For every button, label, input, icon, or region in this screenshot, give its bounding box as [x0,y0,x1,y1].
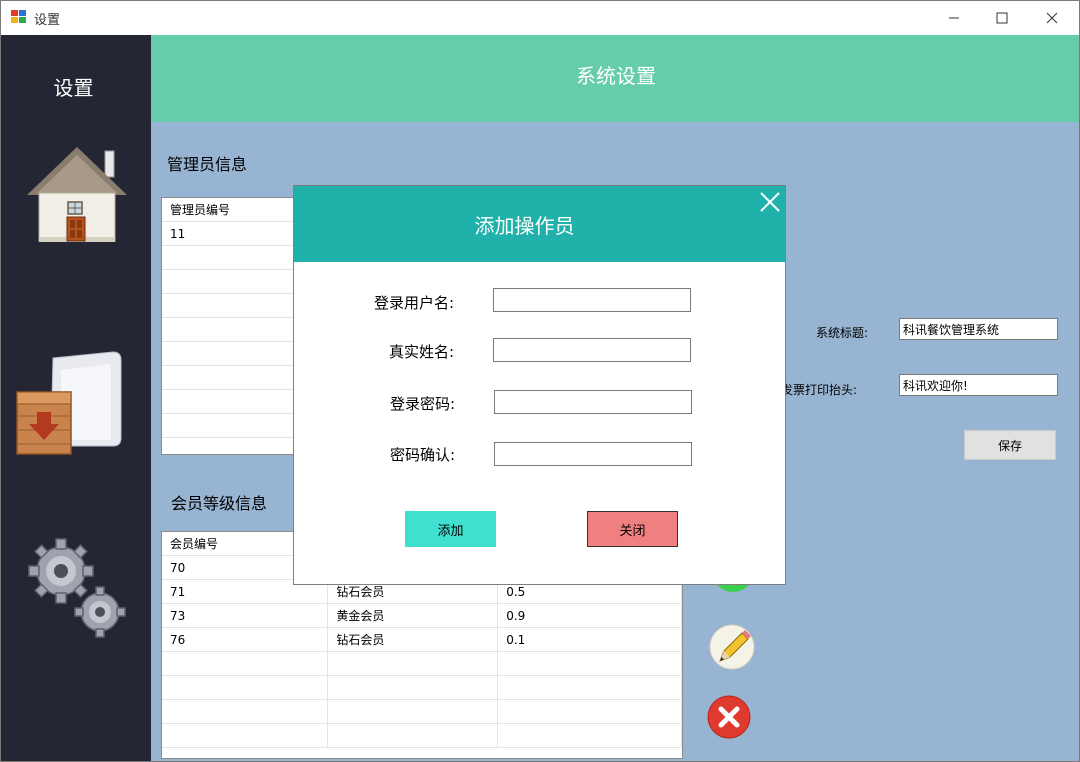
delete-icon [707,695,751,739]
maximize-button[interactable] [979,1,1025,35]
table-row[interactable]: 76 钻石会员 0.1 [162,627,682,652]
save-button[interactable]: 保存 [964,430,1056,460]
table-row [162,699,682,724]
sidebar-item-home[interactable] [25,145,129,249]
close-icon [760,192,780,212]
table-row[interactable]: 73 黄金会员 0.9 [162,603,682,628]
edit-level-button[interactable] [708,623,756,671]
confirm-password-field[interactable] [494,442,692,466]
dialog-close-button[interactable] [758,190,782,214]
table-row [162,723,682,748]
table-cell: 76 [162,627,329,652]
settings-window: 设置 设置 系统设置 管理员信息 管理员编号 11 会员等级信息 会员编号 70… [0,0,1080,762]
minimize-button[interactable] [931,1,977,35]
username-field[interactable] [493,288,691,312]
table-cell: 0.1 [497,627,682,652]
table-cell: 0.9 [497,603,682,628]
gears-icon [28,538,126,638]
invoice-header-field[interactable] [899,374,1058,396]
member-section-label: 会员等级信息 [171,494,268,513]
dialog-title: 添加操作员 [474,214,575,238]
confirm-password-label: 密码确认: [389,446,455,464]
username-label: 登录用户名: [373,294,454,312]
real-name-label: 真实姓名: [388,343,454,361]
delete-level-button[interactable] [707,695,751,739]
table-cell: 73 [162,603,329,628]
real-name-field[interactable] [493,338,691,362]
house-icon [27,147,127,242]
dialog-header: 添加操作员 [294,186,785,262]
close-window-button[interactable] [1029,1,1075,35]
folder-box-icon [16,351,122,455]
table-cell: 钻石会员 [327,627,499,652]
sidebar-title: 设置 [53,76,94,100]
close-button[interactable]: 关闭 [587,511,678,547]
pencil-icon [709,624,755,670]
add-button[interactable]: 添加 [405,511,496,547]
app-icon [11,10,27,24]
password-label: 登录密码: [389,395,455,413]
page-header: 系统设置 [151,35,1079,122]
sidebar: 设置 [1,35,151,761]
invoice-header-label: 发票打印抬头: [781,383,858,397]
title-bar: 设置 [1,1,1079,35]
sidebar-item-backup[interactable] [15,350,123,458]
page-title: 系统设置 [576,64,656,88]
add-operator-dialog: 添加操作员 登录用户名: 真实姓名: 登录密码: 密码确认: 添加 关闭 [293,185,786,585]
system-title-label: 系统标题: [816,326,869,340]
admin-section-label: 管理员信息 [167,155,248,174]
sidebar-item-settings[interactable] [25,535,129,639]
close-icon [1046,12,1058,24]
password-field[interactable] [494,390,692,414]
window-title: 设置 [34,13,61,28]
table-row [162,675,682,700]
table-cell: 黄金会员 [327,603,499,628]
maximize-icon [996,12,1008,24]
system-title-field[interactable] [899,318,1058,340]
table-row [162,651,682,676]
minimize-icon [949,17,959,19]
